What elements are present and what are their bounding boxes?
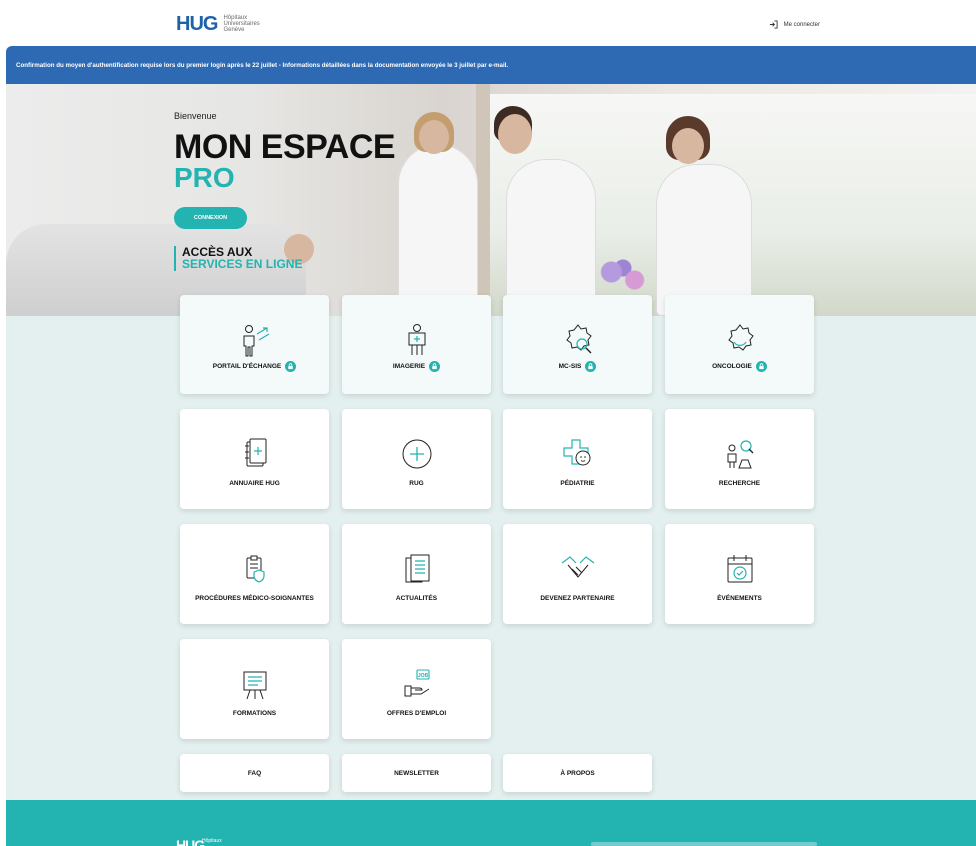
hero-image <box>6 84 976 316</box>
footer-logo-text: Hôpitaux <box>202 838 222 844</box>
tile-label: DEVENEZ PARTENAIRE <box>540 595 615 602</box>
window-frame-shape <box>476 84 490 316</box>
cell-icon <box>727 324 754 351</box>
tile-label: OFFRES D'EMPLOI <box>386 710 447 717</box>
tile-rug[interactable]: RUG <box>342 409 491 509</box>
tile-label: MC-SIS <box>503 361 652 372</box>
newsletter-link[interactable]: NEWSLETTER <box>342 754 491 792</box>
about-link[interactable]: À PROPOS <box>503 754 652 792</box>
flowers-shape <box>594 256 652 296</box>
tile-label: ONCOLOGIE <box>665 361 814 372</box>
news-icon <box>405 554 429 583</box>
tile-offres-emploi[interactable]: JOB OFFRES D'EMPLOI <box>342 639 491 739</box>
handshake-icon <box>561 556 594 578</box>
hero-title: MON ESPACE <box>174 128 396 166</box>
logo-mark: HUG <box>176 13 218 35</box>
research-icon <box>727 440 753 469</box>
clipboard-shield-icon <box>246 555 265 583</box>
tile-procedures[interactable]: PROCÉDURES MÉDICO-SOIGNANTES <box>180 524 329 624</box>
footer: HUG Hôpitaux <box>6 800 976 846</box>
hug-logo[interactable]: HUG Hôpitaux Universitaires Genève <box>176 14 260 34</box>
plus-circle-icon <box>402 439 431 469</box>
job-offer-icon: JOB <box>404 669 430 697</box>
lock-icon <box>755 361 767 372</box>
tile-imagerie[interactable]: IMAGERIE <box>342 295 491 394</box>
tile-label: ÉVÉNEMENTS <box>717 595 762 602</box>
tile-label: PÉDIATRIE <box>560 480 595 487</box>
tile-oncologie[interactable]: ONCOLOGIE <box>665 295 814 394</box>
lock-icon <box>429 361 441 372</box>
services-grid-background <box>6 316 976 800</box>
hero-title-accent: PRO <box>174 162 235 193</box>
tile-pediatrie[interactable]: PÉDIATRIE <box>503 409 652 509</box>
footer-links-strip <box>591 842 817 846</box>
tile-mc-sis[interactable]: MC-SIS <box>503 295 652 394</box>
tile-portail-echange[interactable]: PORTAIL D'ÉCHANGE <box>180 295 329 394</box>
imaging-icon <box>408 324 425 355</box>
tile-actualites[interactable]: ACTUALITÉS <box>342 524 491 624</box>
tile-partenaire[interactable]: DEVENEZ PARTENAIRE <box>503 524 652 624</box>
tile-label: IMAGERIE <box>342 361 491 372</box>
login-label: Me connecter <box>783 21 820 28</box>
calendar-check-icon <box>727 555 752 583</box>
login-link[interactable]: Me connecter <box>769 20 820 29</box>
tile-label: PORTAIL D'ÉCHANGE <box>180 361 329 372</box>
presentation-board-icon <box>243 671 266 700</box>
tile-label: RECHERCHE <box>718 480 761 487</box>
hero-welcome: Bienvenue <box>174 111 217 121</box>
nurse2-figure <box>656 164 752 316</box>
tile-annuaire-hug[interactable]: ANNUAIRE HUG <box>180 409 329 509</box>
baby-cross-icon <box>562 439 590 466</box>
tile-evenements[interactable]: ÉVÉNEMENTS <box>665 524 814 624</box>
footer-logo[interactable]: HUG <box>176 837 205 846</box>
access-heading: ACCÈS AUX SERVICES EN LIGNE <box>174 246 302 271</box>
faq-link[interactable]: FAQ <box>180 754 329 792</box>
tile-formations[interactable]: FORMATIONS <box>180 639 329 739</box>
banner-text: Confirmation du moyen d'authentification… <box>16 61 509 69</box>
doctor-exchange-icon <box>243 325 269 357</box>
info-banner: Confirmation du moyen d'authentification… <box>6 46 976 84</box>
nurse-figure <box>398 144 478 316</box>
tile-label: RUG <box>409 480 424 487</box>
gear-search-icon <box>565 324 592 354</box>
doctor-head <box>498 114 532 154</box>
logo-text: Hôpitaux Universitaires Genève <box>223 15 260 33</box>
tile-label: ANNUAIRE HUG <box>229 480 280 487</box>
connexion-button[interactable]: CONNEXION <box>174 207 247 229</box>
tile-label: FORMATIONS <box>232 710 277 717</box>
nurse2-head <box>672 128 704 164</box>
doctor-figure <box>506 159 596 316</box>
tile-label: PROCÉDURES MÉDICO-SOIGNANTES <box>195 595 314 602</box>
directory-icon <box>244 438 266 467</box>
top-bar: HUG Hôpitaux Universitaires Genève Me co… <box>0 0 976 46</box>
tile-label: ACTUALITÉS <box>395 595 438 602</box>
nurse-head <box>419 120 449 154</box>
lock-icon <box>285 361 297 372</box>
login-icon <box>769 20 778 29</box>
tile-recherche[interactable]: RECHERCHE <box>665 409 814 509</box>
svg-text:JOB: JOB <box>417 673 428 679</box>
lock-icon <box>585 361 597 372</box>
